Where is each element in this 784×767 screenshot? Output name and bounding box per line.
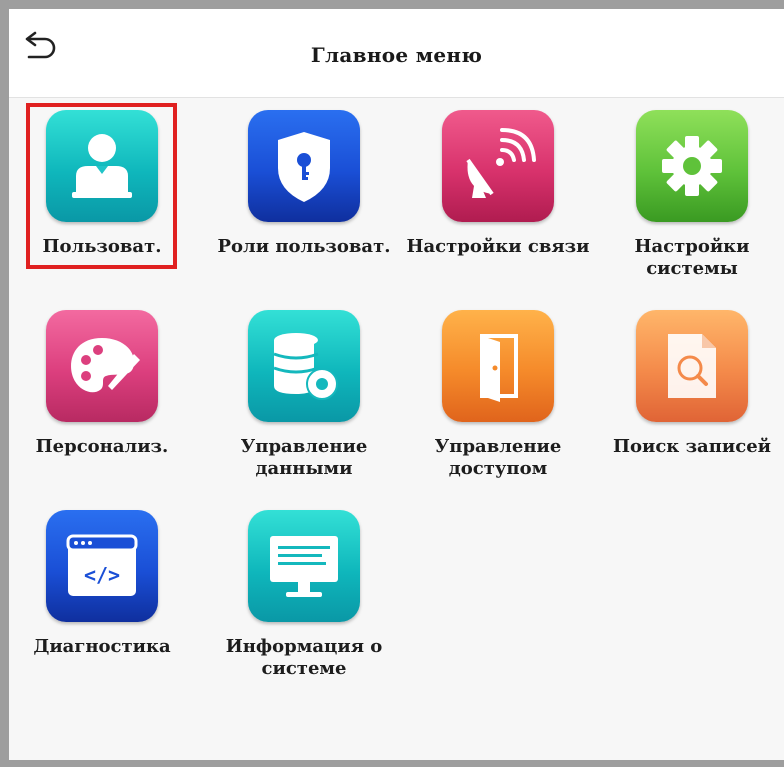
gear-icon bbox=[636, 110, 748, 222]
menu-item-access-control[interactable]: Управление доступом bbox=[408, 298, 588, 488]
shield-key-icon bbox=[248, 110, 360, 222]
menu-item-label: Настройки системы bbox=[634, 236, 750, 279]
menu-item-label: Персонализ. bbox=[35, 436, 169, 457]
menu-item-label: Управление доступом bbox=[434, 436, 562, 479]
satellite-dish-icon bbox=[442, 110, 554, 222]
menu-item-record-search[interactable]: Поиск записей bbox=[602, 298, 782, 488]
main-menu-screen: Главное меню Пользоват. Роли пользоват. … bbox=[9, 9, 784, 760]
menu-item-user-roles[interactable]: Роли пользоват. bbox=[214, 98, 394, 288]
menu-item-personalize[interactable]: Персонализ. bbox=[12, 298, 192, 488]
menu-item-label: Роли пользоват. bbox=[217, 236, 391, 257]
header-bar: Главное меню bbox=[9, 9, 784, 98]
menu-item-comm-settings[interactable]: Настройки связи bbox=[407, 98, 589, 288]
monitor-icon bbox=[248, 510, 360, 622]
svg-text:</>: </> bbox=[84, 563, 120, 587]
menu-item-system-info[interactable]: Информация о системе bbox=[214, 498, 394, 688]
menu-item-label: Информация о системе bbox=[225, 636, 383, 679]
menu-item-label: Диагностика bbox=[33, 636, 171, 657]
menu-item-label: Поиск записей bbox=[612, 436, 772, 457]
menu-grid: Пользоват. Роли пользоват. Настройки свя… bbox=[9, 98, 784, 760]
palette-icon bbox=[46, 310, 158, 422]
door-icon bbox=[442, 310, 554, 422]
menu-item-system-settings[interactable]: Настройки системы bbox=[602, 98, 782, 288]
menu-item-label: Настройки связи bbox=[406, 236, 590, 257]
page-title: Главное меню bbox=[310, 43, 483, 67]
menu-item-diagnostics[interactable]: </> Диагностика bbox=[12, 498, 192, 688]
selection-highlight bbox=[26, 103, 177, 269]
menu-item-label: Управление данными bbox=[240, 436, 368, 479]
menu-item-data-management[interactable]: Управление данными bbox=[214, 298, 394, 488]
code-window-icon: </> bbox=[46, 510, 158, 622]
document-search-icon bbox=[636, 310, 748, 422]
database-gear-icon bbox=[248, 310, 360, 422]
